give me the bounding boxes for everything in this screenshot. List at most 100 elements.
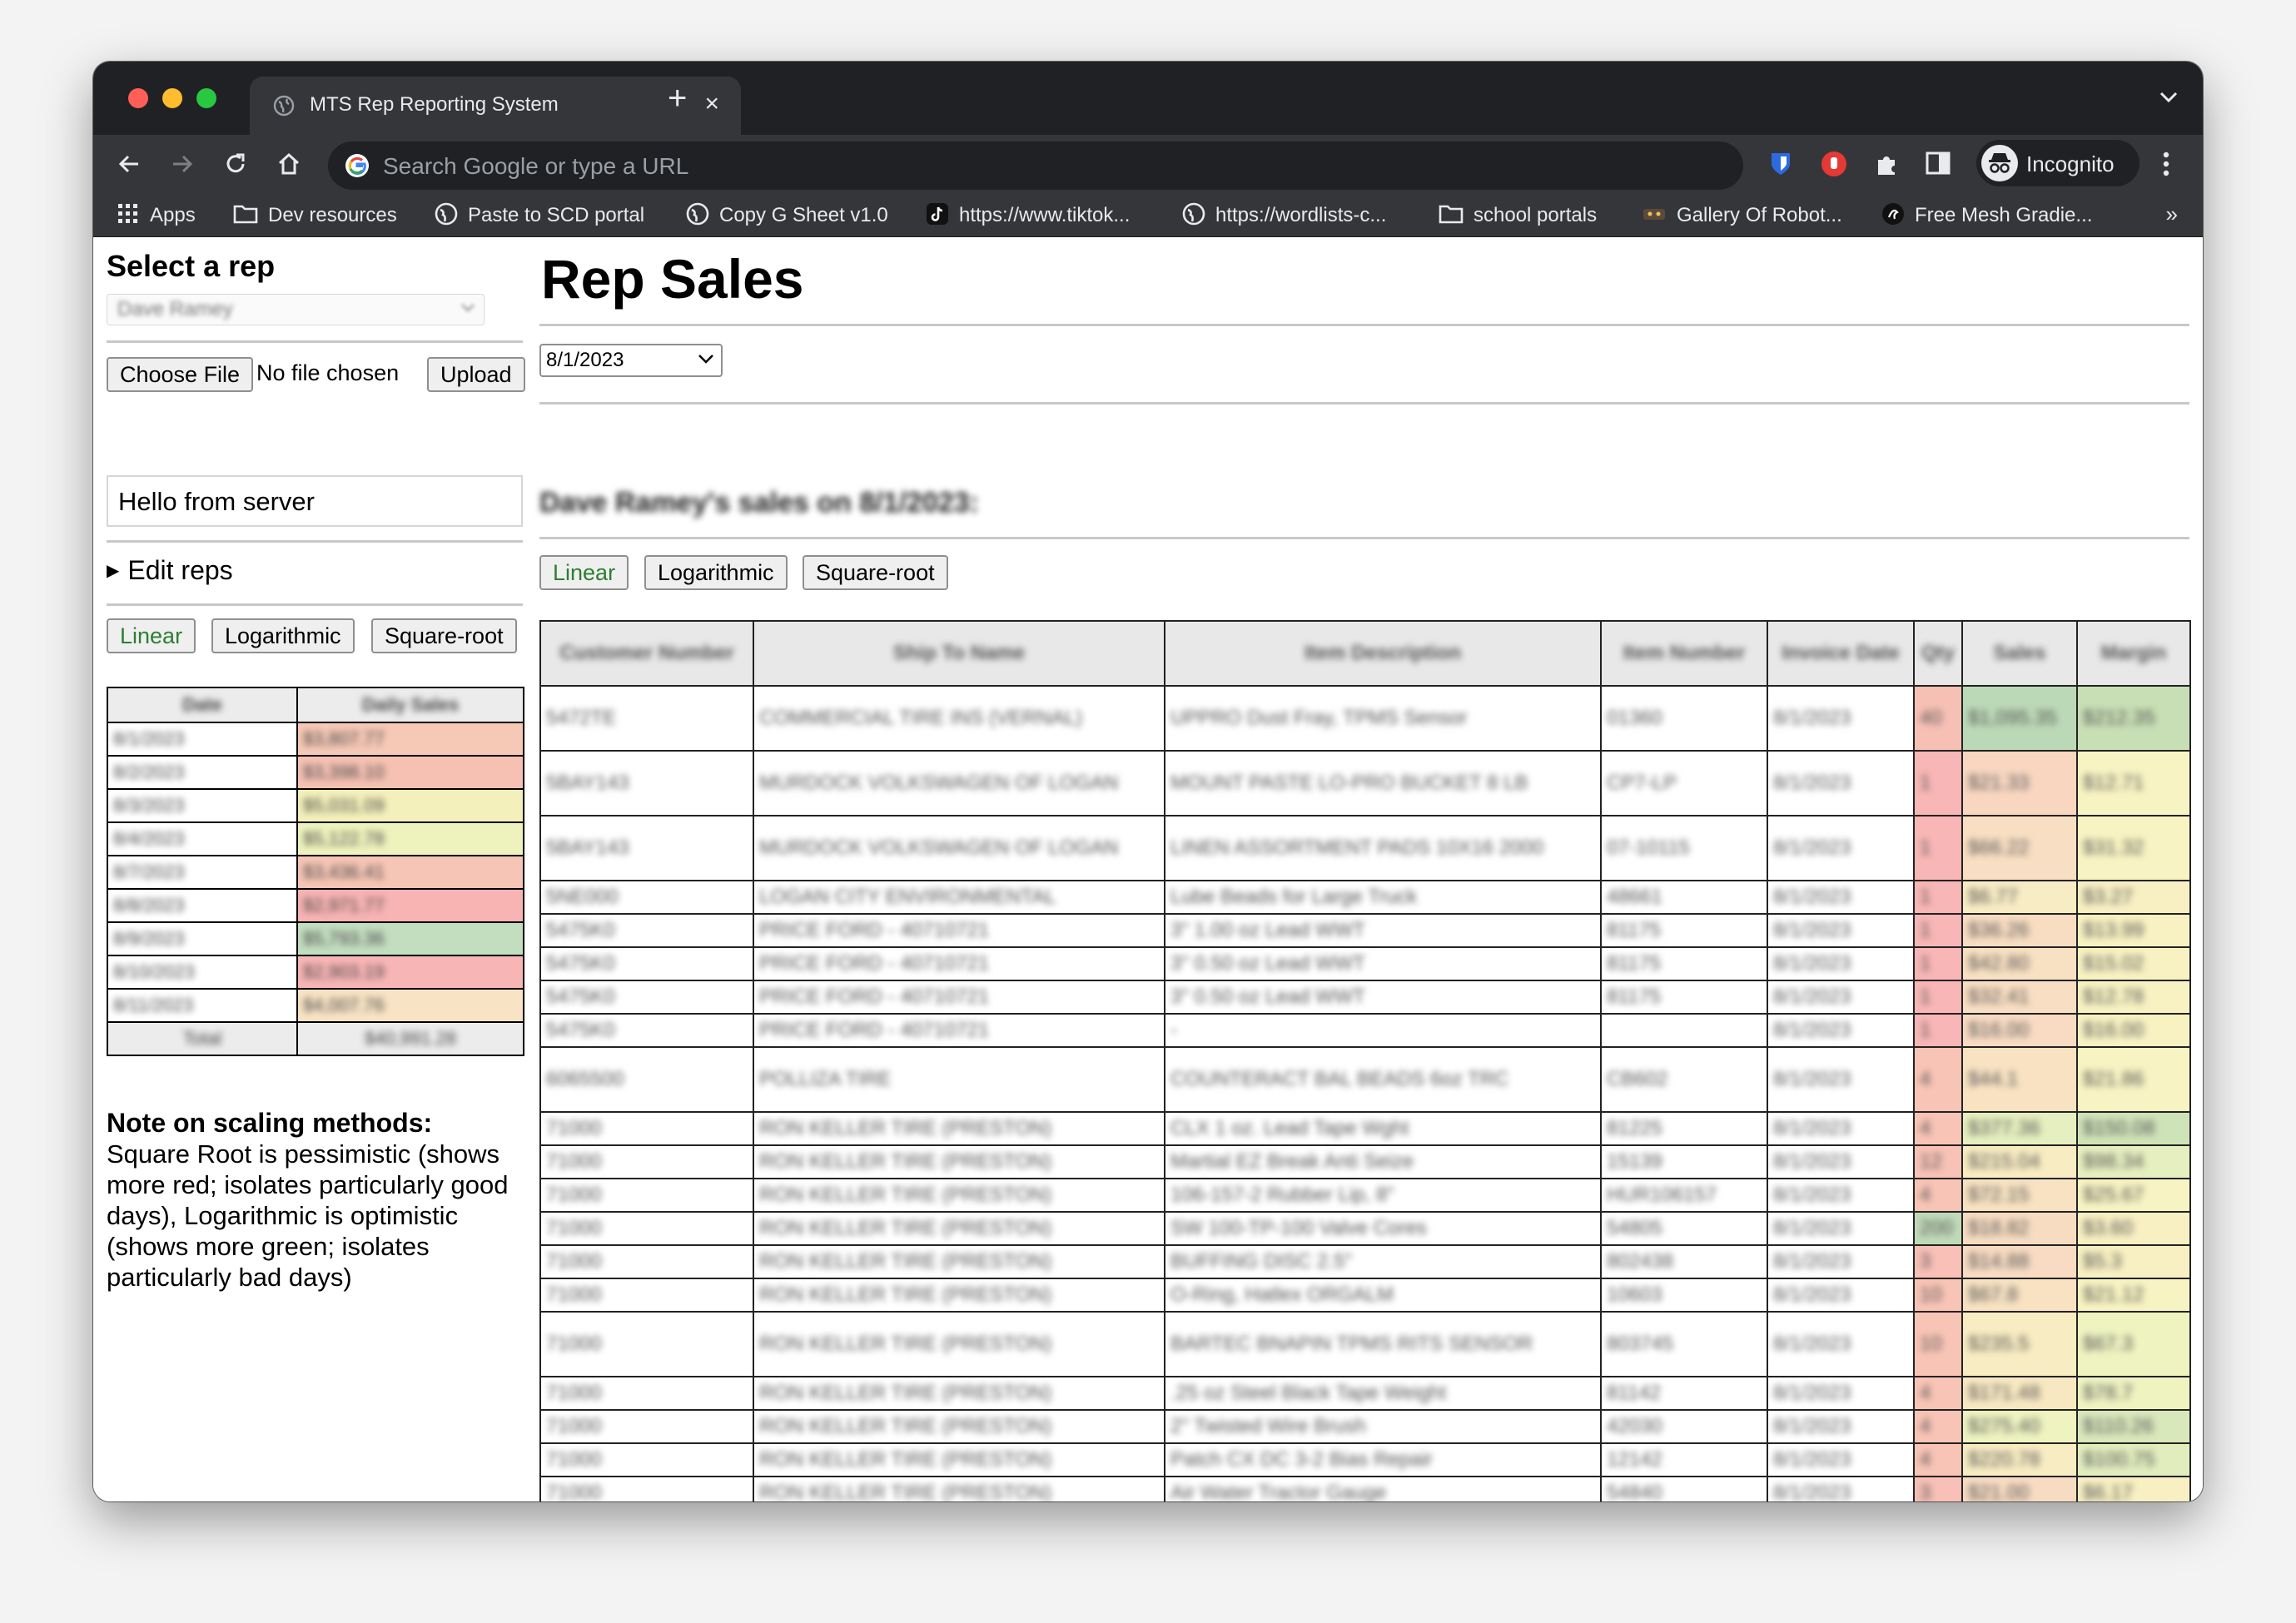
maximize-window-button[interactable] xyxy=(196,88,216,108)
scale-sqrt-button[interactable]: Square-root xyxy=(803,555,948,590)
ship-to-name-cell: POLLIZA TIRE xyxy=(753,1046,1165,1113)
address-bar[interactable]: Search Google or type a URL xyxy=(328,141,1743,190)
globe-icon xyxy=(273,95,295,121)
bookmark-label: school portals xyxy=(1474,204,1598,226)
date-cell: 8/2/2023 xyxy=(107,755,298,790)
item-description-cell: Patch CX DC 3-2 Bias Repair xyxy=(1164,1442,1602,1477)
date-cell: 8/10/2023 xyxy=(107,955,298,990)
table-row: 5475K0 PRICE FORD - 40710721 3" 0.50 oz Le… xyxy=(539,946,2191,981)
item-number-cell: 81175 xyxy=(1600,946,1768,981)
divider xyxy=(107,340,523,343)
margin-cell: $15.02 xyxy=(2076,946,2191,981)
daily-sales-cell: $3,398.10 xyxy=(296,755,524,790)
adblock-hand-icon[interactable] xyxy=(1820,150,1848,182)
item-number-cell: 54805 xyxy=(1600,1211,1768,1246)
back-arrow-icon[interactable] xyxy=(117,151,142,181)
daily-sales-cell: $3,807.77 xyxy=(296,722,524,757)
margin-cell: $12.71 xyxy=(2076,750,2191,816)
upload-button[interactable]: Upload xyxy=(427,357,525,392)
customer-number-cell: 5BAY143 xyxy=(539,750,754,816)
sales-cell: $16.00 xyxy=(1961,1013,2078,1048)
sales-cell: $42.80 xyxy=(1961,946,2078,981)
sidebar-scale-linear-button[interactable]: Linear xyxy=(107,618,196,653)
minimize-window-button[interactable] xyxy=(162,88,182,108)
qty-cell: 1 xyxy=(1913,913,1963,948)
invoice-date-cell: 8/1/2023 xyxy=(1767,1013,1915,1048)
column-header: Item Number xyxy=(1600,620,1768,687)
scale-log-button[interactable]: Logarithmic xyxy=(644,555,788,590)
daily-sales-cell: $5,031.09 xyxy=(296,788,524,823)
side-panel-icon[interactable] xyxy=(1925,150,1951,181)
column-header: Margin xyxy=(2076,620,2191,687)
date-select[interactable]: 8/1/2023 xyxy=(539,344,723,377)
item-number-cell: 81142 xyxy=(1600,1376,1768,1411)
bitwarden-shield-icon[interactable] xyxy=(1767,150,1795,182)
item-description-cell: 106-157-2 Rubber Lip, 8" xyxy=(1164,1178,1602,1213)
item-number-cell: 42030 xyxy=(1600,1409,1768,1444)
close-tab-icon[interactable]: × xyxy=(704,90,719,118)
customer-number-cell: 5475K0 xyxy=(539,1013,754,1048)
no-file-label: No file chosen xyxy=(256,360,400,385)
bookmark-dev-resources[interactable]: Dev resources xyxy=(233,203,397,228)
qty-cell: 4 xyxy=(1913,1111,1963,1146)
item-number-cell: 802438 xyxy=(1600,1244,1768,1279)
daily-sales-cell: $5,122.78 xyxy=(296,821,524,856)
ship-to-name-cell: RON KELLER TIRE (PRESTON) xyxy=(753,1442,1165,1477)
sales-cell: $275.40 xyxy=(1961,1409,2078,1444)
edit-reps-toggle[interactable]: ▶ Edit reps xyxy=(107,555,233,586)
item-description-cell: O-Ring, Hatlex ORGALM xyxy=(1164,1278,1602,1313)
chevron-down-icon xyxy=(698,354,714,370)
item-description-cell: BARTEC BNAPIN TPMS RITS SENSOR xyxy=(1164,1311,1602,1377)
new-tab-icon[interactable]: + xyxy=(668,80,687,117)
extensions-puzzle-icon[interactable] xyxy=(1873,150,1901,182)
sidebar-scale-sqrt-button[interactable]: Square-root xyxy=(371,618,517,653)
table-row: 8/2/2023 $3,398.10 xyxy=(107,755,524,790)
item-description-cell: Air Water Tractor Gauge xyxy=(1164,1476,1602,1501)
bookmark-copy-gsheet[interactable]: Copy G Sheet v1.0 xyxy=(686,202,888,228)
date-cell: 8/11/2023 xyxy=(107,988,298,1023)
bookmark-paste-scd[interactable]: Paste to SCD portal xyxy=(435,202,644,228)
robot-icon xyxy=(1642,205,1667,227)
forward-arrow-icon[interactable] xyxy=(170,151,195,181)
bookmark-tiktok[interactable]: https://www.tiktok... xyxy=(926,202,1130,228)
item-number-cell: CP7-LP xyxy=(1600,750,1768,816)
qty-cell: 200 xyxy=(1913,1211,1963,1246)
disclosure-triangle-icon: ▶ xyxy=(107,562,120,580)
margin-cell: $100.75 xyxy=(2076,1442,2191,1477)
more-bookmarks-chevron-icon[interactable]: » xyxy=(2166,201,2178,227)
invoice-date-cell: 8/1/2023 xyxy=(1767,1046,1915,1113)
date-select-value: 8/1/2023 xyxy=(546,349,624,371)
bookmark-apps[interactable]: Apps xyxy=(117,203,196,228)
item-description-cell: COUNTERACT BAL BEADS 6oz TRC xyxy=(1164,1046,1602,1113)
bookmark-gallery-robots[interactable]: Gallery Of Robot... xyxy=(1642,203,1842,228)
table-row: 8/7/2023 $3,436.41 xyxy=(107,855,524,890)
qty-cell: 3 xyxy=(1913,1244,1963,1279)
tab-search-chevron-icon[interactable] xyxy=(2159,92,2178,107)
invoice-date-cell: 8/1/2023 xyxy=(1767,1476,1915,1501)
incognito-profile-button[interactable]: Incognito xyxy=(1976,140,2139,186)
address-bar-placeholder: Search Google or type a URL xyxy=(383,153,689,179)
bookmark-wordlists[interactable]: https://wordlists-c... xyxy=(1182,202,1386,228)
bookmark-mesh-gradient[interactable]: Free Mesh Gradie... xyxy=(1881,202,2092,228)
sales-cell: $14.88 xyxy=(1961,1244,2078,1279)
table-row: 71000 RON KELLER TIRE (PRESTON) .25 oz Ste… xyxy=(539,1376,2191,1411)
scale-linear-button[interactable]: Linear xyxy=(539,555,629,590)
sales-cell: $235.5 xyxy=(1961,1311,2078,1377)
item-number-cell: 54840 xyxy=(1600,1476,1768,1501)
home-icon[interactable] xyxy=(276,151,301,181)
close-window-button[interactable] xyxy=(128,88,148,108)
customer-number-cell: 71000 xyxy=(539,1409,754,1444)
ship-to-name-cell: PRICE FORD - 40710721 xyxy=(753,946,1165,981)
choose-file-button[interactable]: Choose File xyxy=(107,357,254,392)
reload-icon[interactable] xyxy=(223,151,248,181)
sidebar-scale-log-button[interactable]: Logarithmic xyxy=(211,618,355,653)
browser-menu-kebab-icon[interactable] xyxy=(2161,150,2171,182)
rep-select[interactable]: Dave Ramey xyxy=(107,294,485,325)
customer-number-cell: 5475K0 xyxy=(539,946,754,981)
bookmark-school-portals[interactable]: school portals xyxy=(1439,203,1597,228)
table-row: 71000 RON KELLER TIRE (PRESTON) SW 100-TP-… xyxy=(539,1211,2191,1246)
margin-cell: $5.3 xyxy=(2076,1244,2191,1279)
daily-sales-cell: $2,971.77 xyxy=(296,888,524,923)
google-g-icon xyxy=(345,153,370,182)
table-row: 5475K0 PRICE FORD - 40710721 3" 1.00 oz Le… xyxy=(539,913,2191,948)
